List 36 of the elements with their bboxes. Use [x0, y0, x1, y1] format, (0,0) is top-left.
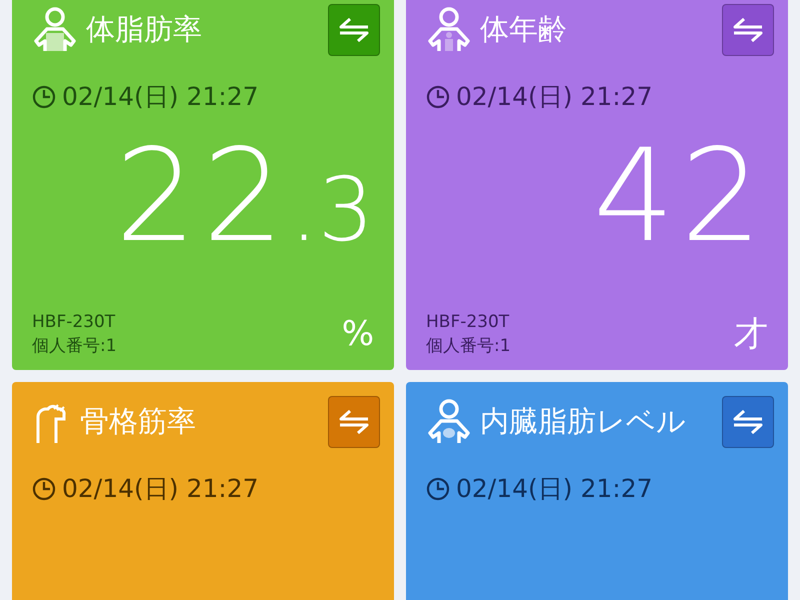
clock-icon [32, 476, 56, 500]
swap-icon [732, 409, 764, 435]
measurement-card[interactable]: 内臓脂肪レベル 02/14(日) 21:27 [406, 382, 788, 600]
swap-button[interactable] [328, 396, 380, 448]
swap-button[interactable] [722, 4, 774, 56]
unit-label: % [342, 314, 374, 354]
clock-icon [32, 84, 56, 108]
swap-icon [338, 17, 370, 43]
unit-label: 才 [734, 313, 768, 356]
person-icon [426, 7, 472, 53]
measurement-value: 42 [593, 133, 768, 261]
swap-icon [732, 17, 764, 43]
card-title: 内臓脂肪レベル [480, 403, 687, 440]
personal-number: 個人番号:1 [426, 335, 512, 358]
device-model: HBF-230T [426, 311, 510, 334]
measurement-card[interactable]: 骨格筋率 02/14(日) 21:27 [12, 382, 394, 600]
measurement-date: 02/14(日) 21:27 [62, 81, 259, 113]
clock-icon [426, 84, 450, 108]
clock-icon [426, 476, 450, 500]
measurement-card[interactable]: 体脂肪率 02/14(日) 21:27 22.3 HBF-230T 個人番号:1 % [12, 0, 394, 370]
measurement-date: 02/14(日) 21:27 [62, 473, 259, 505]
card-title: 骨格筋率 [80, 403, 197, 440]
measurement-value: 22 [115, 133, 290, 261]
card-title: 体脂肪率 [86, 11, 203, 48]
measurement-card[interactable]: 体年齢 02/14(日) 21:27 42 HBF-230T 個人番号:1 才 [406, 0, 788, 370]
swap-icon [338, 409, 370, 435]
person-icon [426, 399, 472, 445]
personal-number: 個人番号:1 [32, 335, 118, 358]
swap-button[interactable] [328, 4, 380, 56]
measurement-date: 02/14(日) 21:27 [456, 81, 653, 113]
card-title: 体年齢 [480, 11, 568, 48]
device-model: HBF-230T [32, 311, 116, 334]
swap-button[interactable] [722, 396, 774, 448]
measurement-date: 02/14(日) 21:27 [456, 473, 653, 505]
person-icon [32, 7, 78, 53]
measurement-decimal: .3 [290, 166, 374, 254]
